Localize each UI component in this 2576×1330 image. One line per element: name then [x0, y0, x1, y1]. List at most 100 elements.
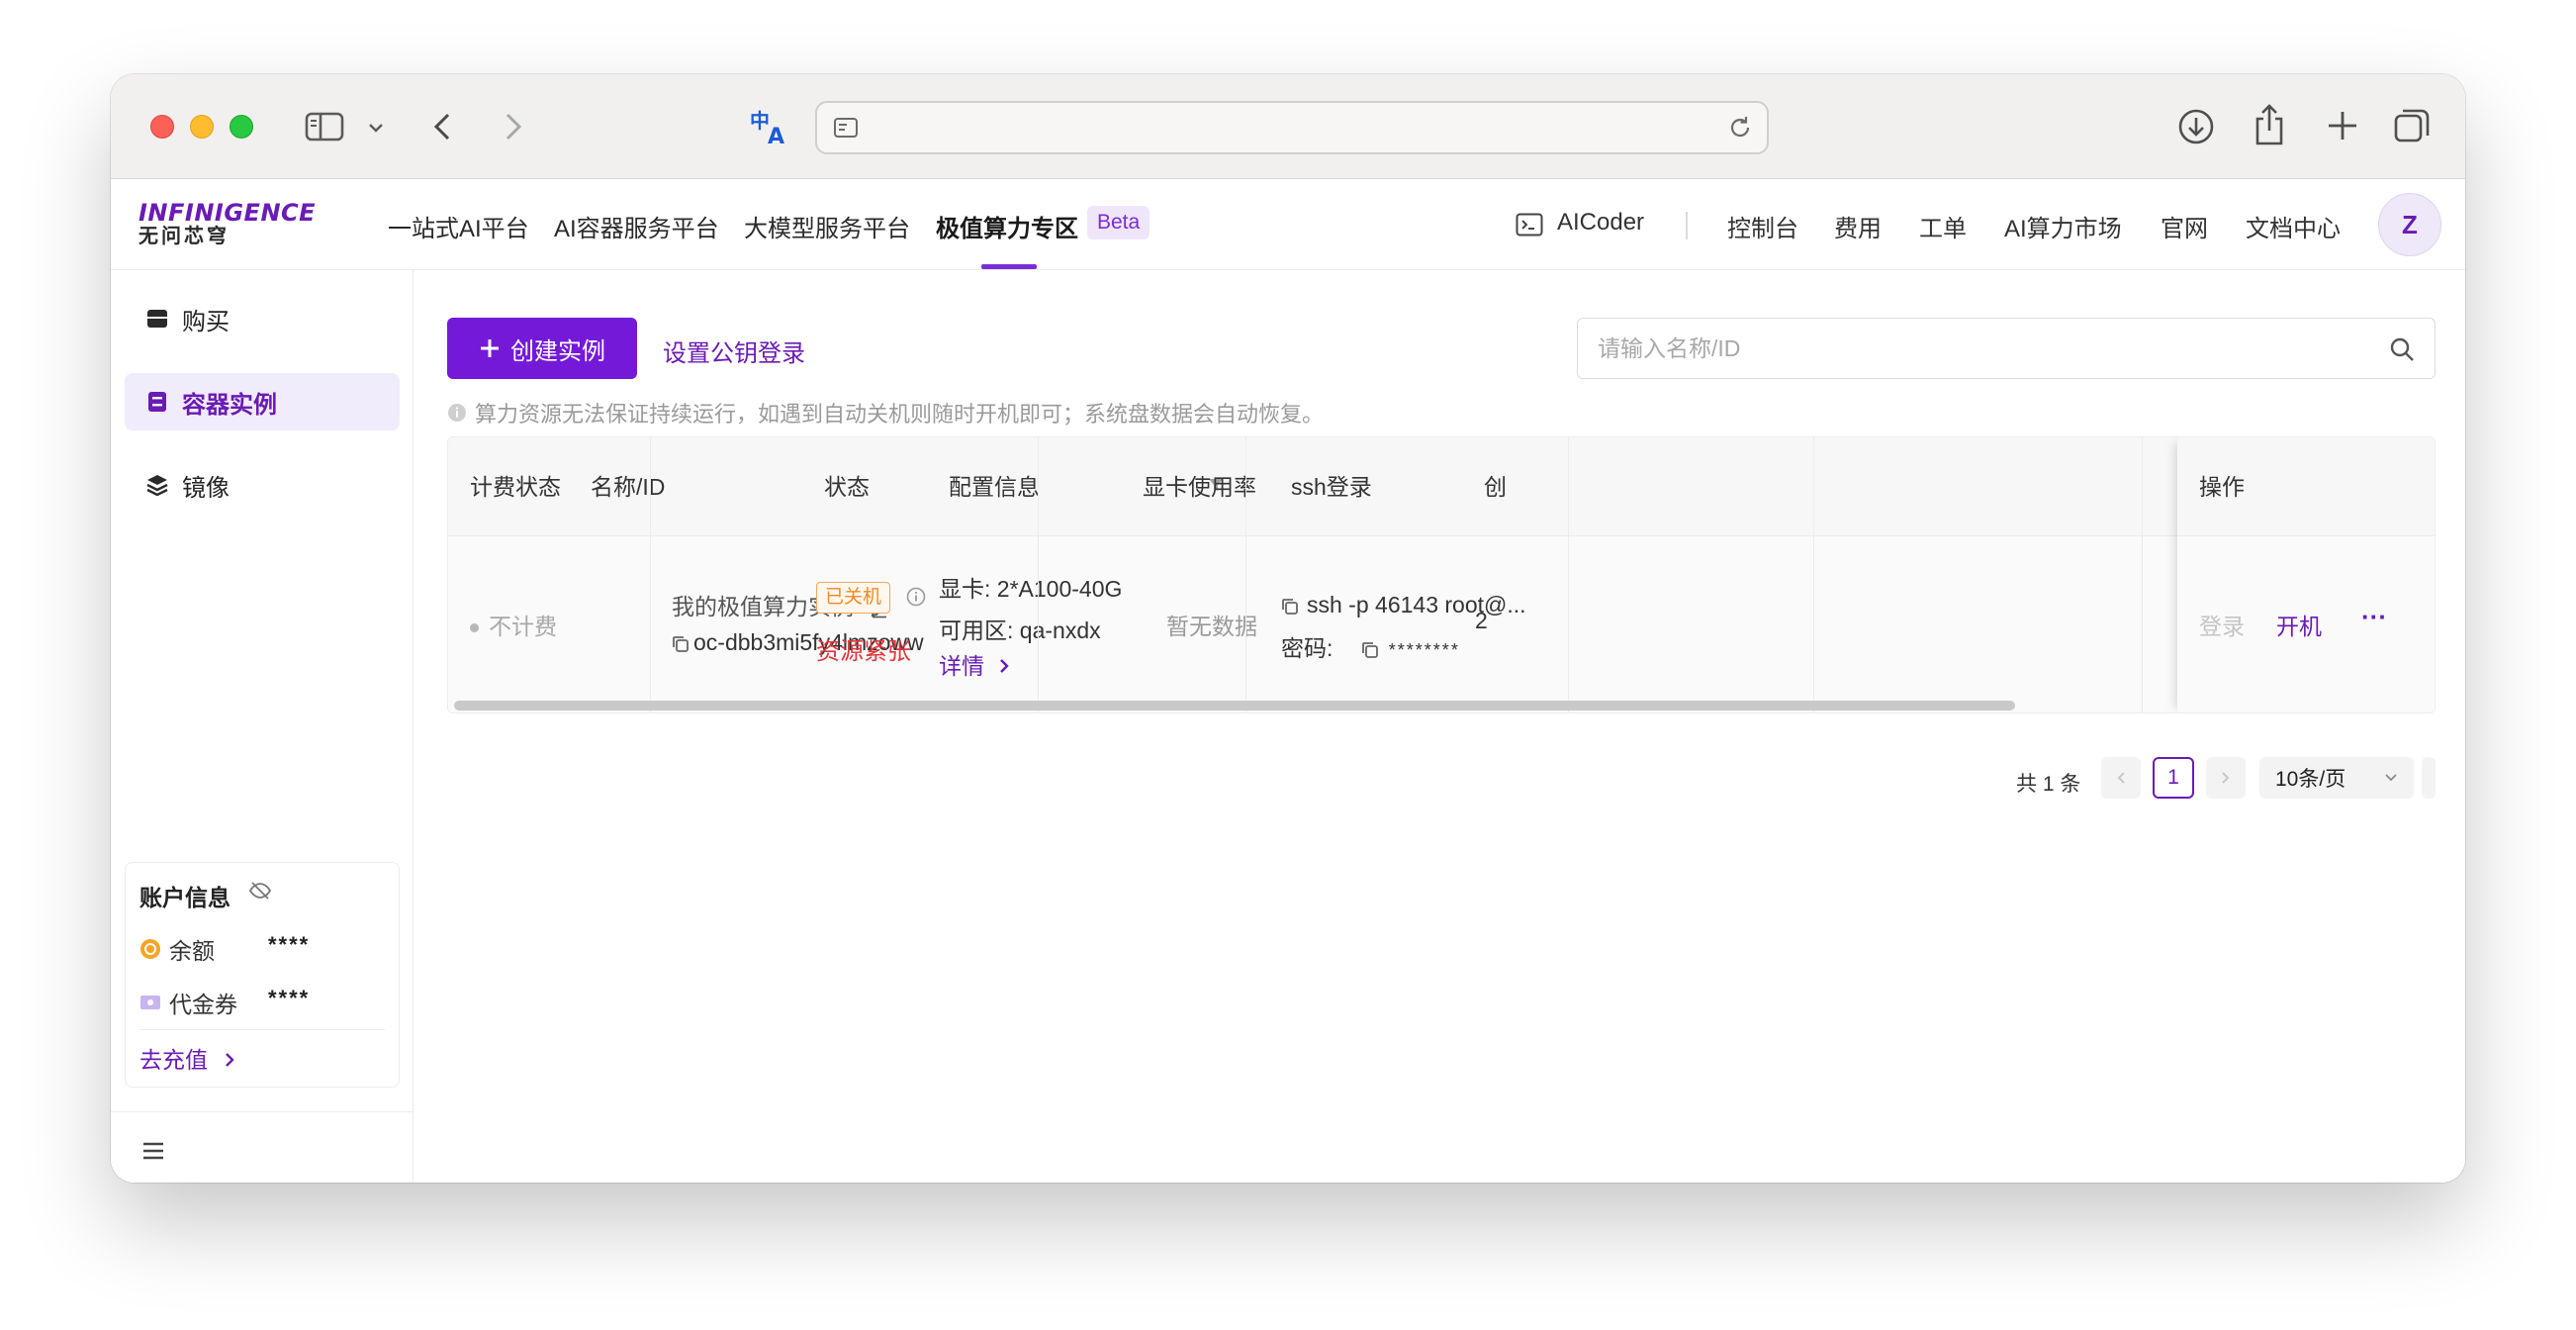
notice-text: 算力资源无法保证持续运行，如遇到自动关机则随时开机即可；系统盘数据会自动恢复。	[447, 397, 1324, 428]
address-bar[interactable]	[815, 101, 1769, 154]
server-icon	[146, 391, 168, 413]
page-size-select[interactable]: 10条/页	[2259, 757, 2414, 799]
chevron-right-icon	[998, 653, 1010, 679]
column-divider	[1245, 437, 1246, 712]
created-cell: 2	[1475, 608, 1488, 633]
chevron-right-icon	[224, 1047, 235, 1073]
billing-status-cell: 不计费	[470, 608, 557, 641]
sidebar: 购买 容器实例 镜像 账户信息 余额 **** 代金券 **** 去充值	[111, 270, 414, 1183]
sidebar-item-label: 购买	[182, 308, 230, 335]
sidebar-item-images[interactable]: 镜像	[125, 456, 400, 514]
layers-icon	[146, 474, 168, 496]
back-arrow-icon[interactable]	[427, 110, 457, 143]
actions-column: 操作 登录 开机 ···	[2177, 437, 2435, 712]
site-settings-icon[interactable]	[833, 117, 859, 143]
search-icon[interactable]	[2389, 336, 2415, 367]
svg-text:中: 中	[750, 109, 770, 133]
search-input[interactable]	[1598, 332, 2369, 364]
table-header: 计费状态 名称/ID 状态 配置信息 显卡使用率 ssh登录 创	[448, 437, 2435, 536]
new-tab-icon[interactable]	[2325, 108, 2360, 143]
gpu-config: 显卡: 2*A100-40G	[939, 576, 1123, 602]
plus-icon	[479, 337, 501, 359]
eye-hidden-icon[interactable]	[248, 881, 272, 905]
create-instance-label: 创建实例	[510, 337, 605, 365]
column-divider	[1038, 437, 1039, 712]
more-actions-button[interactable]: ···	[2361, 602, 2387, 632]
coin-icon	[139, 938, 161, 960]
table-row: 不计费 我的极值算力实例 oc-dbb3mi5fy4lmzoww 已关机 资源紧…	[448, 536, 2435, 712]
sidebar-item-purchase[interactable]: 购买	[125, 290, 400, 347]
column-divider	[650, 437, 651, 712]
instances-table: 计费状态 名称/ID 状态 配置信息 显卡使用率 ssh登录 创 不计费 我的极…	[447, 436, 2436, 713]
nav-item-website[interactable]: 官网	[2161, 209, 2208, 243]
voucher-value: ****	[268, 986, 311, 1010]
column-header-ssh: ssh登录	[1291, 474, 1372, 500]
logo-wordmark: INFINIGENCE	[138, 199, 317, 227]
status-note: 资源紧张	[816, 638, 911, 665]
prev-page-button[interactable]	[2101, 757, 2141, 799]
minimize-window-button[interactable]	[190, 115, 214, 139]
nav-item-ai-container[interactable]: AI容器服务平台	[554, 209, 719, 243]
translate-icon[interactable]: 中A	[750, 108, 791, 147]
password-label: 密码:	[1281, 635, 1334, 661]
nav-item-billing[interactable]: 费用	[1834, 209, 1882, 243]
page-jumper[interactable]	[2422, 757, 2436, 799]
account-info-title: 账户信息	[139, 885, 230, 910]
nav-divider	[1686, 212, 1688, 239]
nav-item-tickets[interactable]: 工单	[1919, 209, 1967, 243]
sidebar-item-label: 容器实例	[182, 391, 277, 419]
search-box	[1577, 318, 2436, 379]
copy-icon[interactable]	[672, 635, 690, 653]
share-icon[interactable]	[2250, 102, 2289, 147]
info-icon	[447, 403, 467, 423]
column-divider	[2142, 437, 2143, 712]
sidebar-footer-divider	[111, 1111, 414, 1112]
detail-link-label: 详情	[939, 653, 984, 679]
horizontal-scrollbar[interactable]	[454, 701, 2015, 711]
nav-item-extreme-compute[interactable]: 极值算力专区	[936, 209, 1078, 243]
nav-item-console[interactable]: 控制台	[1727, 209, 1798, 243]
copy-icon[interactable]	[1281, 598, 1299, 616]
sidebar-toggle-icon[interactable]	[305, 110, 344, 143]
detail-link[interactable]: 详情	[939, 647, 1010, 681]
balance-label: 余额	[169, 938, 215, 964]
set-public-key-link[interactable]: 设置公钥登录	[663, 333, 805, 368]
maximize-window-button[interactable]	[230, 115, 253, 139]
active-nav-indicator	[981, 264, 1037, 269]
nav-item-ai-market[interactable]: AI算力市场	[2004, 209, 2122, 243]
status-cell: 已关机	[816, 582, 926, 614]
tab-overview-icon[interactable]	[2392, 106, 2432, 145]
recharge-link[interactable]: 去充值	[139, 1041, 235, 1075]
login-button[interactable]: 登录	[2199, 608, 2245, 641]
nav-item-docs[interactable]: 文档中心	[2246, 209, 2341, 243]
page-size-value: 10条/页	[2275, 768, 2346, 791]
ssh-password: 密码: ********	[1281, 629, 1460, 663]
nav-item-aicoder[interactable]: AICoder	[1557, 209, 1644, 237]
nav-item-llm-service[interactable]: 大模型服务平台	[744, 209, 910, 243]
chevron-left-icon	[2116, 771, 2126, 785]
nav-item-one-stop[interactable]: 一站式AI平台	[388, 209, 529, 243]
chevron-down-icon	[2384, 773, 2398, 783]
close-window-button[interactable]	[150, 115, 174, 139]
ssh-command: ssh -p 46143 root@...	[1281, 592, 1526, 618]
status-tag: 已关机	[816, 582, 891, 614]
column-header-actions: 操作	[2177, 437, 2435, 536]
chevron-down-icon[interactable]	[366, 118, 386, 138]
forward-arrow-icon[interactable]	[499, 110, 528, 143]
info-circle-icon[interactable]	[906, 587, 926, 607]
page-1-button[interactable]: 1	[2153, 757, 2194, 799]
column-header-billing: 计费状态	[470, 474, 561, 500]
brand-logo[interactable]: INFINIGENCE 无问芯穹	[138, 199, 317, 247]
power-on-button[interactable]: 开机	[2276, 608, 2322, 641]
reload-icon[interactable]	[1727, 115, 1753, 145]
pagination-total: 共 1 条	[2016, 773, 2081, 796]
sidebar-item-label: 镜像	[182, 474, 230, 502]
sidebar-item-container-instances[interactable]: 容器实例	[125, 373, 400, 430]
copy-icon[interactable]	[1361, 641, 1379, 659]
account-divider	[139, 1029, 385, 1030]
download-icon[interactable]	[2176, 107, 2216, 146]
user-avatar[interactable]: Z	[2378, 193, 2441, 256]
next-page-button[interactable]	[2206, 757, 2246, 799]
create-instance-button[interactable]: 创建实例	[447, 318, 637, 379]
menu-icon[interactable]	[142, 1141, 164, 1166]
